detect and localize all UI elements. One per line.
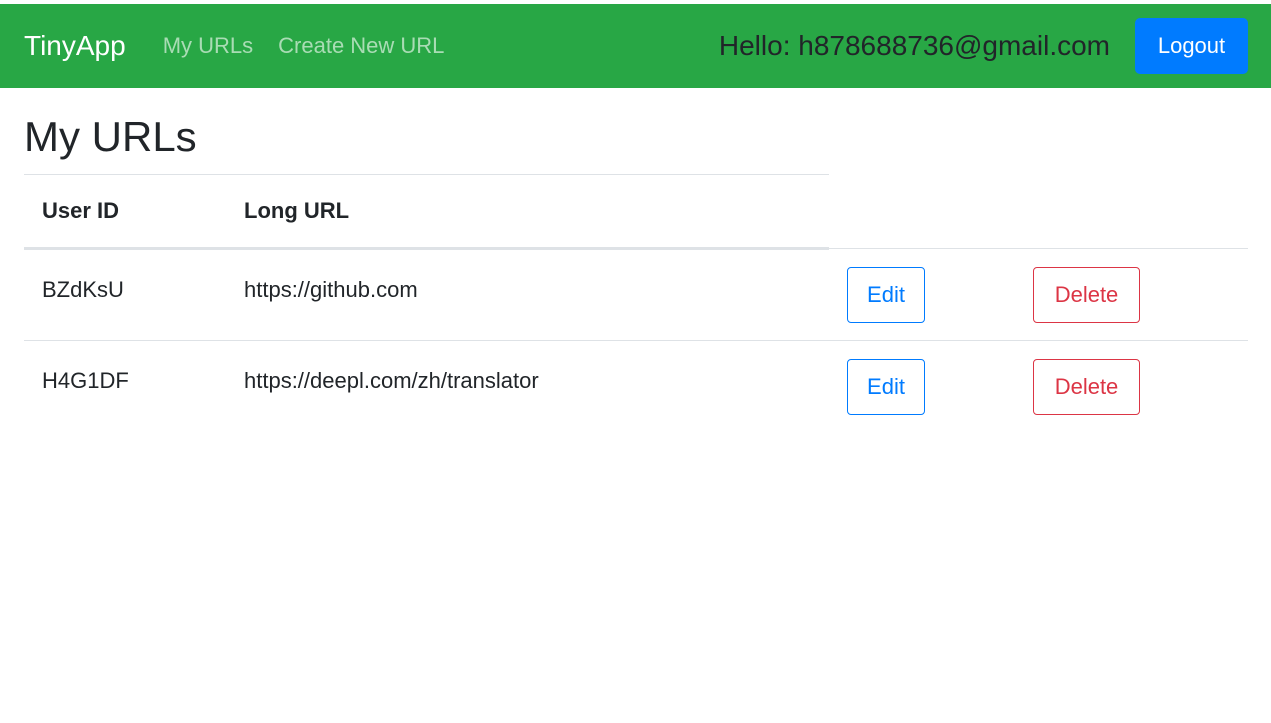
nav-link-my-urls[interactable]: My URLs (163, 35, 253, 57)
cell-edit: Edit (829, 341, 1015, 433)
cell-long-url: https://github.com (226, 248, 829, 341)
column-header-user-id: User ID (24, 174, 226, 250)
navbar: TinyApp My URLs Create New URL Hello: h8… (0, 4, 1271, 88)
page-title: My URLs (24, 113, 197, 160)
cell-user-id: H4G1DF (24, 341, 226, 433)
user-id-text: H4G1DF (42, 368, 129, 393)
user-id-text: BZdKsU (42, 277, 124, 302)
urls-table: User ID Long URL BZdKsU https://github.c… (24, 174, 1248, 433)
column-header-edit (829, 174, 1015, 249)
user-greeting: Hello: h878688736@gmail.com (718, 30, 1110, 61)
long-url-text: https://deepl.com/zh/translator (244, 368, 539, 393)
delete-button[interactable]: Delete (1033, 267, 1140, 323)
cell-user-id: BZdKsU (24, 248, 226, 341)
column-header-long-url: Long URL (226, 174, 829, 250)
table-row: BZdKsU https://github.com Edit Delete (24, 248, 1248, 341)
delete-button[interactable]: Delete (1033, 359, 1140, 415)
main-content: My URLs User ID Long URL BZdKsU https://… (0, 88, 1271, 433)
column-header-delete (1015, 174, 1248, 249)
cell-delete: Delete (1015, 248, 1248, 341)
table-header: User ID Long URL (24, 174, 1248, 250)
table-row: H4G1DF https://deepl.com/zh/translator E… (24, 341, 1248, 433)
cell-delete: Delete (1015, 341, 1248, 433)
logout-button[interactable]: Logout (1135, 18, 1248, 74)
cell-long-url: https://deepl.com/zh/translator (226, 341, 829, 433)
long-url-text: https://github.com (244, 277, 418, 302)
table-body: BZdKsU https://github.com Edit Delete H4… (24, 248, 1248, 433)
nav-link-create-new-url[interactable]: Create New URL (278, 35, 444, 57)
brand-link[interactable]: TinyApp (24, 32, 126, 60)
edit-button[interactable]: Edit (847, 359, 925, 415)
cell-edit: Edit (829, 248, 1015, 341)
table-header-row: User ID Long URL (24, 174, 1248, 250)
edit-button[interactable]: Edit (847, 267, 925, 323)
